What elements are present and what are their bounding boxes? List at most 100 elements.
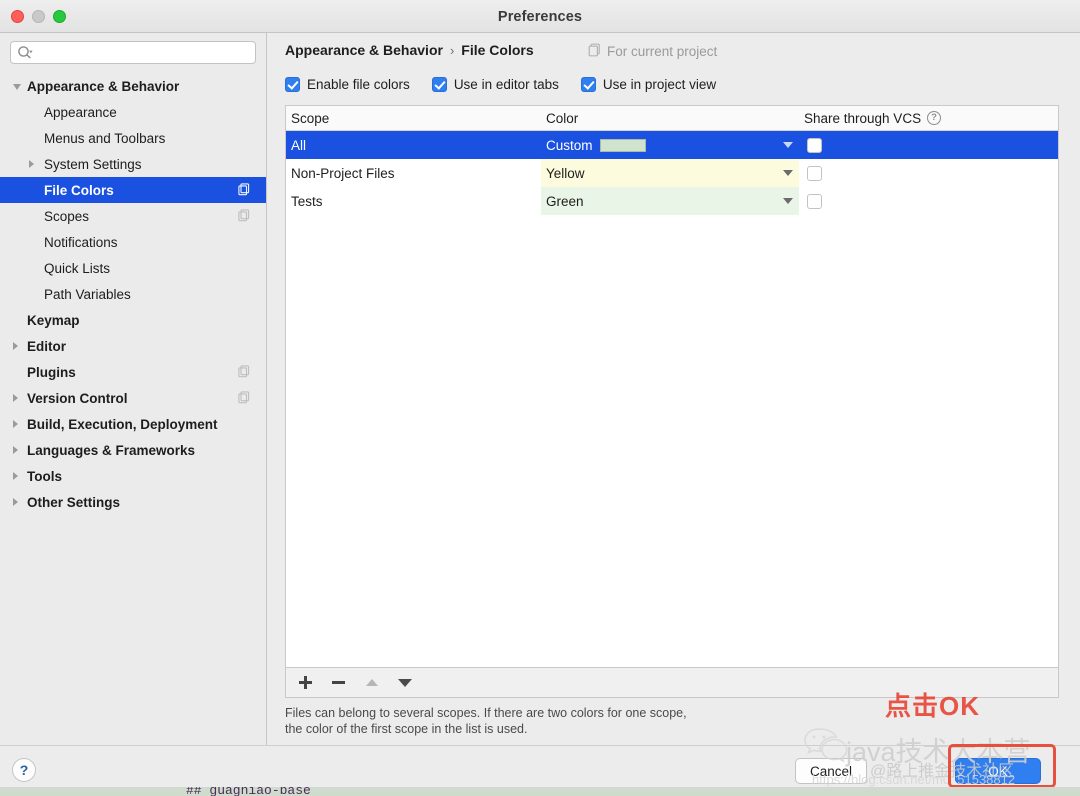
sidebar-item-editor[interactable]: Editor — [0, 333, 266, 359]
share-vcs-checkbox[interactable] — [807, 165, 822, 181]
file-colors-options: Enable file colors Use in editor tabs Use … — [285, 77, 716, 92]
sidebar-item-version-control[interactable]: Version Control — [0, 385, 266, 411]
breadcrumb-separator: › — [449, 43, 455, 58]
sidebar-item-file-colors[interactable]: File Colors — [0, 177, 266, 203]
sidebar-item-menus-and-toolbars[interactable]: Menus and Toolbars — [0, 125, 266, 151]
chevron-down-icon[interactable] — [783, 142, 793, 148]
help-button[interactable]: ? — [12, 758, 36, 782]
add-scope-button[interactable] — [297, 674, 314, 691]
checkbox-enable-file-colors[interactable]: Enable file colors — [285, 77, 410, 92]
chevron-down-icon[interactable] — [783, 170, 793, 176]
chevron-down-icon[interactable] — [783, 198, 793, 204]
chevron-right-icon[interactable] — [29, 160, 34, 168]
sidebar-item-keymap[interactable]: Keymap — [0, 307, 266, 333]
sidebar-item-system-settings[interactable]: System Settings — [0, 151, 266, 177]
table-row[interactable]: Non-Project Files Yellow — [286, 159, 1058, 187]
search-wrapper — [0, 33, 266, 64]
checkbox-icon[interactable] — [431, 77, 447, 92]
sidebar-item-label: System Settings — [44, 156, 142, 172]
scopes-note: Files can belong to several scopes. If t… — [285, 706, 687, 736]
chevron-right-icon[interactable] — [13, 498, 18, 506]
sidebar-item-quick-lists[interactable]: Quick Lists — [0, 255, 266, 281]
cell-share-vcs — [799, 187, 1058, 215]
sidebar-item-scopes[interactable]: Scopes — [0, 203, 266, 229]
chevron-down-icon[interactable] — [13, 84, 21, 90]
cell-scope: All — [291, 137, 307, 153]
sidebar-item-label: Menus and Toolbars — [44, 130, 166, 146]
chevron-right-icon[interactable] — [13, 472, 18, 480]
project-scope-icon — [238, 209, 250, 222]
settings-tree: Appearance & Behavior Appearance Menus and… — [0, 73, 266, 515]
chevron-right-icon[interactable] — [13, 342, 18, 350]
checkbox-use-in-project-view[interactable]: Use in project view — [580, 77, 716, 92]
background-editor-strip: ## guaghiao-base — [0, 787, 1080, 796]
sidebar-item-notifications[interactable]: Notifications — [0, 229, 266, 255]
checkbox-label: Enable file colors — [307, 77, 410, 92]
column-header-color: Color — [546, 110, 579, 126]
table-row[interactable]: Tests Green — [286, 187, 1058, 215]
file-colors-table: Scope Color Share through VCS ? All Custo… — [285, 105, 1059, 668]
color-name-label: Yellow — [546, 165, 585, 181]
sidebar-item-plugins[interactable]: Plugins — [0, 359, 266, 385]
sidebar-item-label: Other Settings — [27, 494, 121, 510]
sidebar-item-other-settings[interactable]: Other Settings — [0, 489, 266, 515]
chevron-right-icon[interactable] — [13, 420, 18, 428]
breadcrumb-root[interactable]: Appearance & Behavior — [285, 42, 443, 58]
project-scope-icon — [238, 183, 250, 196]
chevron-right-icon[interactable] — [13, 446, 18, 454]
project-scope-icon — [238, 391, 250, 404]
preferences-window: Preferences Appearance & Behavior Appeara… — [0, 0, 1080, 796]
checkbox-use-in-editor-tabs[interactable]: Use in editor tabs — [431, 77, 559, 92]
cell-scope: Non-Project Files — [291, 165, 395, 181]
cell-scope: Tests — [291, 193, 323, 209]
share-vcs-checkbox[interactable] — [807, 193, 822, 209]
share-vcs-checkbox[interactable] — [807, 137, 822, 153]
custom-color-swatch — [599, 138, 646, 152]
background-editor-text: ## guaghiao-base — [186, 787, 311, 796]
sidebar-item-label: File Colors — [44, 182, 114, 198]
cancel-button[interactable]: Cancel — [795, 758, 867, 784]
checkbox-icon[interactable] — [580, 77, 596, 92]
color-name-label: Custom — [546, 137, 593, 153]
cell-color-dropdown[interactable]: Green — [541, 187, 799, 215]
window-titlebar: Preferences — [0, 0, 1080, 33]
sidebar-item-path-variables[interactable]: Path Variables — [0, 281, 266, 307]
sidebar-item-build-execution-deployment[interactable]: Build, Execution, Deployment — [0, 411, 266, 437]
sidebar-item-appearance-behavior[interactable]: Appearance & Behavior — [0, 73, 266, 99]
search-box[interactable] — [10, 41, 256, 64]
sidebar-item-tools[interactable]: Tools — [0, 463, 266, 489]
sidebar-item-label: Build, Execution, Deployment — [27, 416, 218, 432]
window-title: Preferences — [497, 8, 583, 25]
checkbox-label: Use in editor tabs — [453, 77, 559, 92]
cell-color-dropdown[interactable]: Custom — [541, 131, 799, 159]
annotation-ok-highlight-box — [948, 744, 1056, 788]
search-icon — [17, 45, 33, 61]
sidebar-item-languages-frameworks[interactable]: Languages & Frameworks — [0, 437, 266, 463]
cell-color-dropdown[interactable]: Yellow — [541, 159, 799, 187]
sidebar-item-label: Keymap — [27, 312, 80, 328]
file-colors-panel: Appearance & Behavior › File Colors For … — [268, 33, 1080, 758]
sidebar-item-label: Plugins — [27, 364, 76, 380]
table-body: All Custom Non-Project Files Yellow Tests Gre… — [286, 131, 1058, 215]
move-down-button[interactable] — [396, 674, 413, 691]
cell-share-vcs — [799, 159, 1058, 187]
search-input[interactable] — [37, 42, 251, 63]
sidebar-item-label: Tools — [27, 468, 62, 484]
remove-scope-button[interactable] — [330, 674, 347, 691]
column-header-share-vcs: Share through VCS ? — [799, 106, 1058, 130]
sidebar-item-label: Notifications — [44, 234, 118, 250]
cell-share-vcs — [799, 131, 1058, 159]
color-name-label: Green — [546, 193, 584, 209]
project-scope-icon — [588, 43, 601, 60]
chevron-right-icon[interactable] — [13, 394, 18, 402]
sidebar-item-label: Scopes — [44, 208, 90, 224]
table-header: Scope Color Share through VCS ? — [286, 106, 1058, 131]
for-current-project: For current project — [588, 43, 717, 60]
help-icon[interactable]: ? — [927, 111, 942, 125]
checkbox-icon[interactable] — [285, 77, 300, 92]
move-up-button[interactable] — [363, 674, 380, 691]
breadcrumb: Appearance & Behavior › File Colors — [285, 42, 534, 58]
table-row[interactable]: All Custom — [286, 131, 1058, 159]
sidebar-item-label: Editor — [27, 338, 66, 354]
sidebar-item-appearance[interactable]: Appearance — [0, 99, 266, 125]
